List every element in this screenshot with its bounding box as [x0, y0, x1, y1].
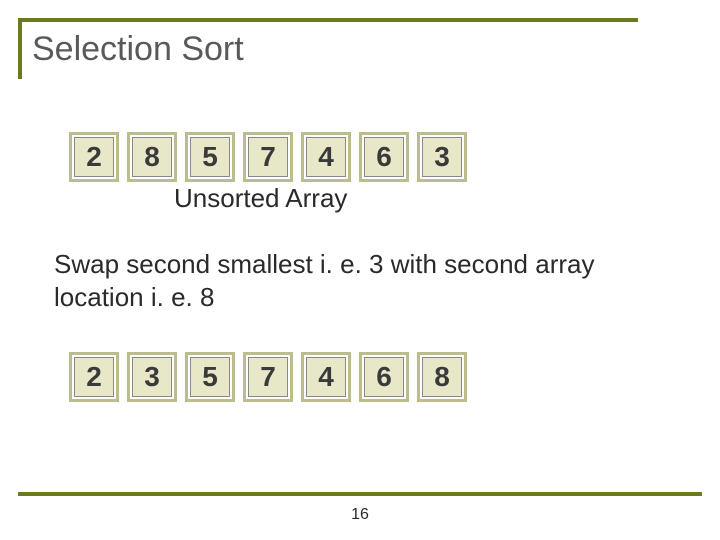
- array-cell: 2: [74, 357, 114, 397]
- array-cell: 8: [422, 357, 462, 397]
- slide: Selection Sort 2 8 5 7 4 6 3 Unsorted Ar…: [0, 0, 720, 540]
- footer-rule: [18, 492, 702, 496]
- array-cell: 4: [306, 357, 346, 397]
- array-cell: 5: [190, 137, 230, 177]
- array-cell: 2: [74, 137, 114, 177]
- array-label: Unsorted Array: [174, 183, 720, 214]
- slide-title: Selection Sort: [32, 30, 638, 69]
- array-cell: 7: [248, 357, 288, 397]
- array-cell: 4: [306, 137, 346, 177]
- array-row-before: 2 8 5 7 4 6 3: [74, 137, 720, 177]
- array-row-after: 2 3 5 7 4 6 8: [74, 357, 720, 397]
- array-cell: 8: [132, 137, 172, 177]
- array-cell: 5: [190, 357, 230, 397]
- title-border: Selection Sort: [18, 18, 638, 79]
- array-cell: 6: [364, 137, 404, 177]
- array-cell: 6: [364, 357, 404, 397]
- content-area: 2 8 5 7 4 6 3 Unsorted Array Swap second…: [0, 79, 720, 397]
- array-cell: 3: [132, 357, 172, 397]
- array-cell: 3: [422, 137, 462, 177]
- array-cell: 7: [248, 137, 288, 177]
- step-description: Swap second smallest i. e. 3 with second…: [54, 248, 614, 313]
- page-number: 16: [351, 506, 369, 524]
